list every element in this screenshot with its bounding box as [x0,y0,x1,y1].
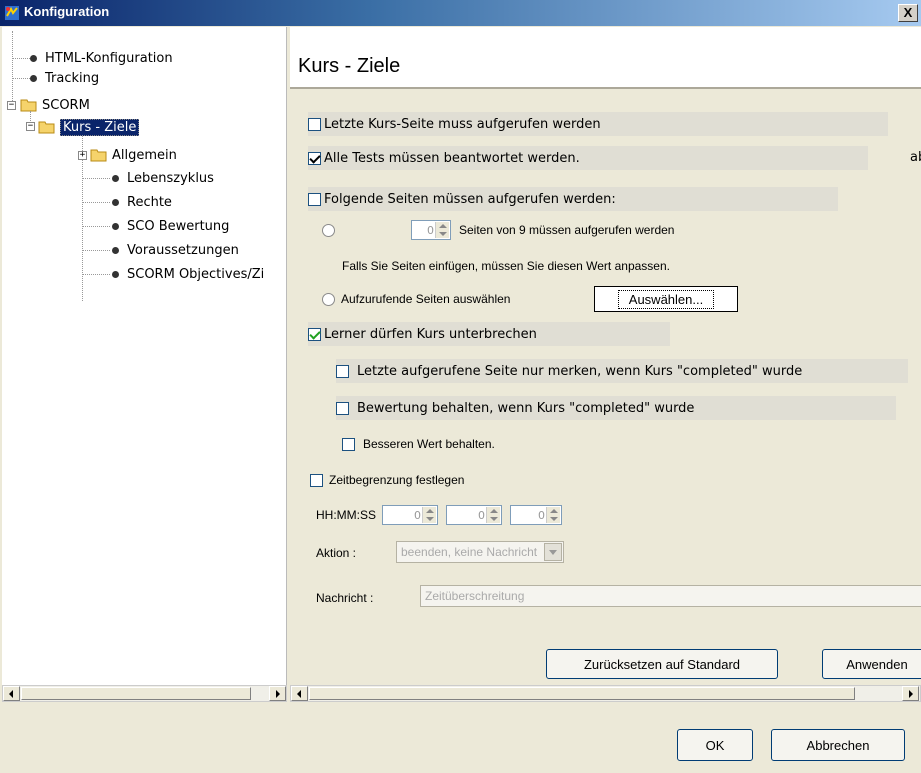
keep-score-checkbox[interactable] [336,401,349,415]
close-button[interactable]: X [898,4,918,22]
select-pages-radio[interactable] [322,292,335,306]
panel-horizontal-scrollbar[interactable] [290,685,921,702]
cancel-button[interactable]: Abbrechen [771,729,905,761]
scroll-left-icon[interactable] [291,686,308,701]
message-field[interactable]: Zeitüberschreitung [420,585,921,607]
tree-item-kurs-ziele[interactable]: Kurs - Ziele [38,117,140,137]
seconds-spinner[interactable]: 0 [510,505,562,525]
tree-item-lebenszyklus[interactable]: Lebenszyklus [112,168,214,188]
app-icon [5,6,19,20]
scroll-right-icon[interactable] [269,686,286,701]
window-title: Konfiguration [24,4,110,19]
folder-open-icon [20,99,37,112]
apply-button[interactable]: Anwenden [822,649,921,679]
bullet-icon [112,270,119,278]
page-count-spinner[interactable]: 0 [411,220,451,240]
panel-header: Kurs - Ziele [290,27,921,89]
tree-item-sco-bewertung[interactable]: SCO Bewertung [112,216,229,236]
title-bar: Konfiguration X [0,0,921,26]
select-pages-button[interactable]: Auswählen... [594,286,738,312]
tree-item-rechte[interactable]: Rechte [112,192,172,212]
folder-open-icon [38,121,55,134]
pages-required-option[interactable]: Folgende Seiten müssen aufgerufen werden… [308,187,838,211]
pages-required-checkbox[interactable] [308,192,321,206]
config-window: Konfiguration X HTML-Konfiguration Track… [0,0,921,773]
navigation-tree: HTML-Konfiguration Tracking − SCORM − Ku… [2,27,287,685]
spinner-arrows-icon[interactable] [546,507,560,523]
tree-item-tracking[interactable]: Tracking [30,68,99,88]
expand-icon[interactable]: + [78,151,87,160]
tree-item-voraussetzungen[interactable]: Voraussetzungen [112,240,239,260]
all-tests-checkbox[interactable] [308,151,321,165]
bullet-icon [112,246,119,254]
tree-item-scorm-objectives[interactable]: SCORM Objectives/Zi [112,264,264,284]
page-count-radio[interactable] [322,223,335,237]
time-limit-option[interactable]: Zeitbegrenzung festlegen [310,468,464,492]
page-count-option: 0 Seiten von 9 müssen aufgerufen werden [322,219,674,241]
better-value-checkbox[interactable] [342,437,355,451]
bullet-icon [112,198,119,206]
last-page-checkbox[interactable] [308,117,321,131]
hint-text: Falls Sie Seiten einfügen, müssen Sie di… [342,259,670,273]
last-page-option[interactable]: Letzte Kurs-Seite muss aufgerufen werden [308,112,888,136]
ok-button[interactable]: OK [677,729,753,761]
time-limit-checkbox[interactable] [310,473,323,487]
time-row: HH:MM:SS 0 0 0 [316,504,562,526]
spinner-arrows-icon[interactable] [435,222,449,238]
action-combo[interactable]: beenden, keine Nachricht [396,541,564,563]
collapse-icon[interactable]: − [26,122,35,131]
bullet-icon [30,54,37,62]
spinner-arrows-icon[interactable] [486,507,500,523]
better-value-option[interactable]: Besseren Wert behalten. [342,432,495,456]
hours-spinner[interactable]: 0 [382,505,438,525]
folder-icon [90,149,107,162]
tree-item-html-config[interactable]: HTML-Konfiguration [30,48,173,68]
collapse-icon[interactable]: − [7,101,16,110]
chevron-down-icon[interactable] [544,543,562,561]
dialog-footer: OK Abbrechen [0,702,921,773]
remember-last-checkbox[interactable] [336,364,349,378]
page-title: Kurs - Ziele [298,55,401,77]
tree-horizontal-scrollbar[interactable] [2,685,287,702]
scroll-right-icon[interactable] [902,686,919,701]
bullet-icon [30,74,37,82]
settings-panel: Kurs - Ziele Letzte Kurs-Seite muss aufg… [290,27,921,685]
bullet-icon [112,222,119,230]
message-label: Nachricht : [316,591,374,605]
interrupt-checkbox[interactable] [308,327,321,341]
remember-last-option[interactable]: Letzte aufgerufene Seite nur merken, wen… [336,359,908,383]
interrupt-option[interactable]: Lerner dürfen Kurs unterbrechen [308,322,670,346]
action-label: Aktion : [316,546,357,560]
keep-score-option[interactable]: Bewertung behalten, wenn Kurs "completed… [336,396,896,420]
all-tests-option[interactable]: Alle Tests müssen beantwortet werden. [308,146,868,170]
bullet-icon [112,174,119,182]
truncated-text: ab [910,150,921,165]
scroll-thumb[interactable] [309,687,855,700]
spinner-arrows-icon[interactable] [422,507,436,523]
select-pages-option: Aufzurufende Seiten auswählen [322,286,510,312]
scroll-thumb[interactable] [21,687,251,700]
tree-item-allgemein[interactable]: Allgemein [90,145,177,165]
reset-default-button[interactable]: Zurücksetzen auf Standard [546,649,778,679]
scroll-left-icon[interactable] [3,686,20,701]
minutes-spinner[interactable]: 0 [446,505,502,525]
